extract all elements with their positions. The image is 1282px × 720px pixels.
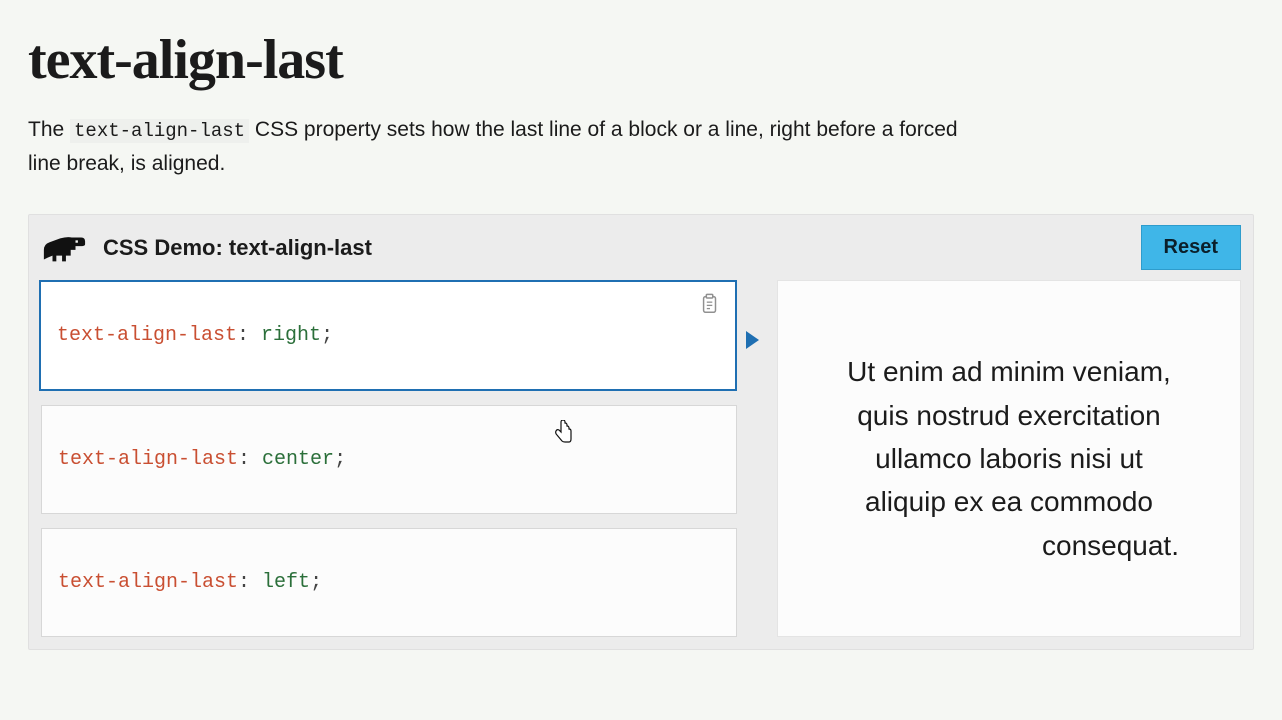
cursor-pointer-icon: [554, 420, 574, 444]
demo-body: text-align-last: right; text-align-last:…: [29, 280, 1253, 649]
demo-container: CSS Demo: text-align-last Reset t: [28, 214, 1254, 650]
code-property: text-align-last: [57, 324, 237, 347]
option-card-left[interactable]: text-align-last: left;: [41, 528, 737, 637]
code-semicolon: ;: [321, 324, 333, 347]
code-property: text-align-last: [58, 571, 238, 594]
code-value: right: [261, 324, 321, 347]
code-colon: :: [238, 448, 262, 471]
demo-header: CSS Demo: text-align-last Reset: [29, 215, 1253, 280]
dino-logo-icon: [41, 230, 87, 266]
code-value: center: [262, 448, 334, 471]
code-semicolon: ;: [334, 448, 346, 471]
code-value: left: [262, 571, 310, 594]
inline-code-property: text-align-last: [70, 119, 249, 143]
code-property: text-align-last: [58, 448, 238, 471]
property-description: The text-align-last CSS property sets ho…: [28, 113, 958, 180]
code-colon: :: [238, 571, 262, 594]
page-title: text-align-last: [28, 28, 1254, 92]
demo-title: CSS Demo: text-align-last: [103, 235, 372, 261]
play-arrow-icon: [745, 330, 761, 350]
option-card-center[interactable]: text-align-last: center;: [41, 405, 737, 514]
code-colon: :: [237, 324, 261, 347]
option-card-right[interactable]: text-align-last: right;: [39, 280, 737, 391]
description-text-before: The: [28, 118, 70, 141]
preview-text: Ut enim ad minim veniam, quis nostrud ex…: [839, 350, 1179, 567]
preview-panel: Ut enim ad minim veniam, quis nostrud ex…: [777, 280, 1241, 637]
clipboard-icon[interactable]: [699, 292, 721, 316]
reset-button[interactable]: Reset: [1141, 225, 1241, 270]
code-semicolon: ;: [310, 571, 322, 594]
options-column: text-align-last: right; text-align-last:…: [41, 280, 737, 637]
